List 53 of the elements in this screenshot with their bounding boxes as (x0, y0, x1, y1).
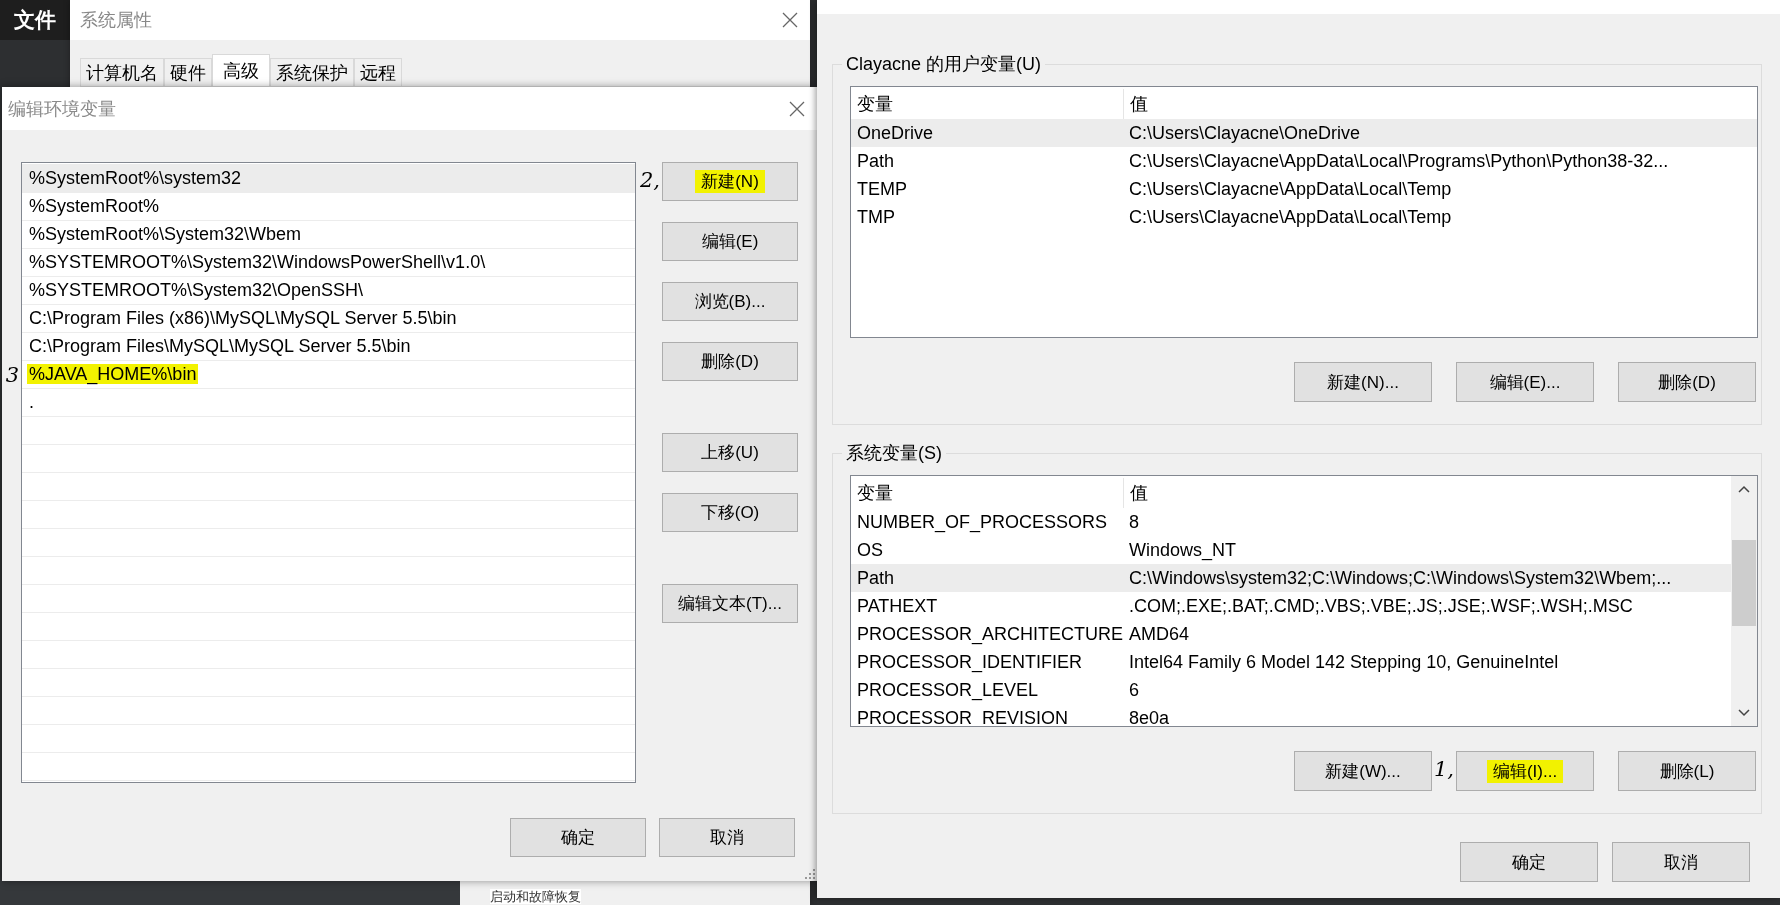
handwritten-mark: 1, (1433, 759, 1454, 780)
scroll-up-icon[interactable] (1738, 485, 1750, 493)
table-row[interactable]: OS Windows_NT (851, 536, 1731, 564)
group-label: 系统变量(S) (845, 442, 943, 465)
table-row[interactable]: PROCESSOR_LEVEL 6 (851, 676, 1731, 704)
table-row[interactable]: OneDrive C:\Users\Clayacne\OneDrive (851, 119, 1757, 147)
scrollbar[interactable] (1731, 476, 1757, 726)
tab[interactable]: 高级 (212, 54, 270, 86)
button[interactable]: 新建(N) (662, 162, 798, 201)
table-row[interactable]: PATHEXT .COM;.EXE;.BAT;.CMD;.VBS;.VBE;.JS;.JSE;.WSF;.WSH;.MSC (851, 592, 1731, 620)
button[interactable]: 确定 (1460, 842, 1598, 882)
column-header[interactable]: 变量 (851, 478, 1123, 508)
tab[interactable]: 硬件 (164, 58, 212, 86)
file-menu[interactable]: 文件 (14, 6, 56, 34)
button[interactable]: 删除(D) (662, 342, 798, 381)
button[interactable]: 下移(O) (662, 493, 798, 532)
close-icon[interactable] (782, 12, 798, 28)
table-row[interactable]: Path C:\Windows\system32;C:\Windows;C:\Windows\System32\Wbem;... (851, 564, 1731, 592)
table-row[interactable]: TMP C:\Users\Clayacne\AppData\Local\Temp (851, 203, 1757, 231)
close-icon[interactable] (789, 100, 805, 117)
button[interactable]: 编辑(I)... (1456, 751, 1594, 791)
table-row[interactable]: Path C:\Users\Clayacne\AppData\Local\Programs\Python\Python38-32... (851, 147, 1757, 175)
table-row[interactable]: PROCESSOR_IDENTIFIER Intel64 Family 6 Model 142 Stepping 10, GenuineIntel (851, 648, 1731, 676)
column-header[interactable]: 变量 (851, 89, 1123, 119)
handwritten-mark: 3 (5, 365, 19, 386)
column-header[interactable]: 值 (1123, 478, 1148, 508)
button[interactable]: 编辑(E) (662, 222, 798, 261)
button[interactable]: 新建(W)... (1294, 751, 1432, 791)
list-item[interactable]: %SystemRoot%\system32 (22, 165, 635, 193)
handwritten-mark: 2, (639, 170, 660, 191)
group-label: Clayacne 的用户变量(U) (845, 53, 1043, 76)
tab[interactable]: 远程 (354, 58, 402, 86)
button[interactable]: 上移(U) (662, 433, 798, 472)
window-title: 系统属性 (80, 9, 152, 32)
button[interactable]: 取消 (659, 818, 795, 857)
button[interactable]: 删除(L) (1618, 751, 1756, 791)
button[interactable]: 确定 (510, 818, 646, 857)
table-row[interactable]: PROCESSOR_REVISION 8e0a (851, 704, 1731, 726)
group-label: 启动和故障恢复 (490, 889, 581, 904)
table-row[interactable]: PROCESSOR_ARCHITECTURE AMD64 (851, 620, 1731, 648)
button[interactable]: 浏览(B)... (662, 282, 798, 321)
tab[interactable]: 计算机名 (80, 58, 164, 86)
resize-grip-icon[interactable] (805, 869, 815, 879)
scroll-down-icon[interactable] (1738, 709, 1750, 717)
dialog-title: 编辑环境变量 (8, 97, 116, 121)
table-row[interactable]: TEMP C:\Users\Clayacne\AppData\Local\Temp (851, 175, 1757, 203)
button[interactable]: 取消 (1612, 842, 1750, 882)
table-row[interactable]: NUMBER_OF_PROCESSORS 8 (851, 508, 1731, 536)
tab[interactable]: 系统保护 (270, 58, 354, 86)
button[interactable]: 新建(N)... (1294, 362, 1432, 402)
button[interactable]: 编辑文本(T)... (662, 584, 798, 623)
button[interactable]: 删除(D) (1618, 362, 1756, 402)
button[interactable]: 编辑(E)... (1456, 362, 1594, 402)
